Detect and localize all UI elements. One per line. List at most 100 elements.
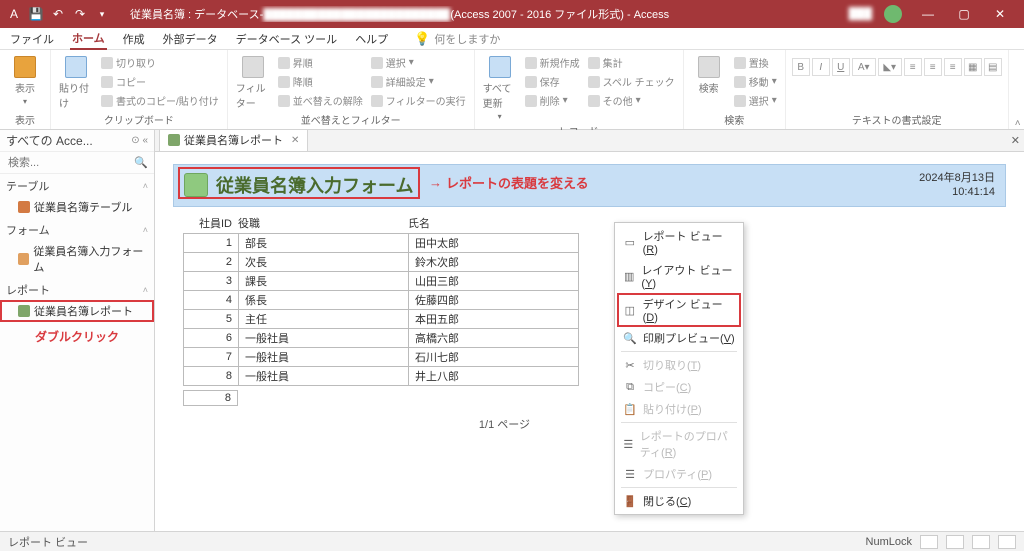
refresh-all-button[interactable]: すべて更新▾ xyxy=(481,54,519,123)
tell-me-search[interactable]: 💡何をしますか xyxy=(414,31,500,47)
view-design-icon[interactable] xyxy=(998,535,1016,549)
align-center-button[interactable]: ≡ xyxy=(924,58,942,76)
format-painter-button[interactable]: 書式のコピー/貼り付け xyxy=(99,92,221,109)
menu-create[interactable]: 作成 xyxy=(121,29,147,49)
props-icon: ☰ xyxy=(623,437,634,451)
clear-sort-button[interactable]: 並べ替えの解除 xyxy=(276,92,365,109)
menu-file[interactable]: ファイル xyxy=(8,29,56,49)
copy-button[interactable]: コピー xyxy=(99,73,221,90)
underline-button[interactable]: U xyxy=(832,58,850,76)
ctx-design-view[interactable]: ◫デザイン ビュー(D) xyxy=(617,293,741,327)
filter-button[interactable]: フィルター xyxy=(234,54,272,112)
close-pane-icon[interactable]: ✕ xyxy=(1011,134,1020,147)
nav-group-reports[interactable]: レポート˄ xyxy=(0,278,154,300)
sort-asc-icon xyxy=(278,57,290,69)
close-tab-icon[interactable]: ✕ xyxy=(291,135,299,146)
nav-search[interactable]: 🔍 xyxy=(0,152,154,174)
spelling-button[interactable]: スペル チェック xyxy=(586,73,677,90)
undo-icon[interactable]: ↶ xyxy=(50,6,66,22)
annotation-change-title: →レポートの表題を変える xyxy=(429,173,589,192)
nav-item-table[interactable]: 従業員名簿テーブル xyxy=(0,196,154,218)
status-numlock: NumLock xyxy=(866,536,912,548)
nav-title-bar[interactable]: すべての Acce... ⊙ « xyxy=(0,130,154,152)
user-avatar-icon[interactable] xyxy=(884,5,902,23)
paste-button[interactable]: 貼り付け xyxy=(57,54,95,112)
report-body: 従業員名簿入力フォーム →レポートの表題を変える 2024年8月13日10:41… xyxy=(155,152,1024,444)
ribbon: 表示▾ 表示 貼り付け 切り取り コピー 書式のコピー/貼り付け クリップボード… xyxy=(0,50,1024,130)
search-icon: 🔍 xyxy=(134,156,148,169)
brush-icon xyxy=(101,95,113,107)
delete-record-button[interactable]: 削除 ▾ xyxy=(523,92,582,109)
qat-customize-icon[interactable]: ▾ xyxy=(94,6,110,22)
gridlines-button[interactable]: ▦ xyxy=(964,58,982,76)
report-header: 従業員名簿入力フォーム →レポートの表題を変える 2024年8月13日10:41… xyxy=(173,164,1006,207)
font-color-button[interactable]: A▾ xyxy=(852,58,876,76)
bold-button[interactable]: B xyxy=(792,58,810,76)
menu-external-data[interactable]: 外部データ xyxy=(161,29,220,49)
context-menu: ▭レポート ビュー(R) ▥レイアウト ビュー(Y) ◫デザイン ビュー(D) … xyxy=(614,222,744,515)
quick-access-toolbar: A 💾 ↶ ↷ ▾ xyxy=(6,6,110,22)
find-button[interactable]: 検索 xyxy=(690,54,728,97)
view-layout-icon[interactable] xyxy=(972,535,990,549)
paste-icon: 📋 xyxy=(623,402,637,416)
nav-item-report[interactable]: 従業員名簿レポート xyxy=(0,300,154,322)
nav-item-form[interactable]: 従業員名簿入力フォーム xyxy=(0,240,154,278)
more-button[interactable]: その他 ▾ xyxy=(586,92,677,109)
window-buttons: — ▢ ✕ xyxy=(910,0,1018,28)
document-tab[interactable]: 従業員名簿レポート ✕ xyxy=(159,130,308,151)
col-header-role: 役職 xyxy=(238,215,408,231)
user-name-blur: ███ xyxy=(845,8,876,20)
menu-home[interactable]: ホーム xyxy=(70,28,107,50)
italic-button[interactable]: I xyxy=(812,58,830,76)
minimize-button[interactable]: — xyxy=(910,0,946,28)
maximize-button[interactable]: ▢ xyxy=(946,0,982,28)
advanced-button[interactable]: 詳細設定 ▾ xyxy=(369,73,468,90)
ctx-layout-view[interactable]: ▥レイアウト ビュー(Y) xyxy=(617,259,741,293)
close-button[interactable]: ✕ xyxy=(982,0,1018,28)
redo-icon[interactable]: ↷ xyxy=(72,6,88,22)
replace-button[interactable]: 置換 xyxy=(732,54,779,71)
goto-button[interactable]: 移動 ▾ xyxy=(732,73,779,90)
select-button[interactable]: 選択 ▾ xyxy=(732,92,779,109)
menu-help[interactable]: ヘルプ xyxy=(353,29,390,49)
refresh-icon xyxy=(489,56,511,78)
align-right-button[interactable]: ≡ xyxy=(944,58,962,76)
menu-db-tools[interactable]: データベース ツール xyxy=(234,29,340,49)
chevron-up-icon: ˄ xyxy=(143,181,148,191)
sort-desc-button[interactable]: 降順 xyxy=(276,73,365,90)
totals-button[interactable]: 集計 xyxy=(586,54,677,71)
selection-button[interactable]: 選択 ▾ xyxy=(369,54,468,71)
view-report-icon[interactable] xyxy=(920,535,938,549)
toggle-filter-button[interactable]: フィルターの実行 xyxy=(369,92,468,109)
alt-row-color-button[interactable]: ▤ xyxy=(984,58,1002,76)
report-date-time: 2024年8月13日10:41:14 xyxy=(919,171,995,200)
ctx-report-view[interactable]: ▭レポート ビュー(R) xyxy=(617,225,741,259)
ctx-close[interactable]: 🚪閉じる(C) xyxy=(617,490,741,512)
new-record-button[interactable]: 新規作成 xyxy=(523,54,582,71)
sort-asc-button[interactable]: 昇順 xyxy=(276,54,365,71)
ctx-print-preview[interactable]: 🔍印刷プレビュー(V) xyxy=(617,327,741,349)
nav-group-tables[interactable]: テーブル˄ xyxy=(0,174,154,196)
table-row: 5主任本田五郎 xyxy=(184,309,579,328)
new-icon xyxy=(525,57,537,69)
save-record-button[interactable]: 保存 xyxy=(523,73,582,90)
ribbon-collapse[interactable]: ˄ xyxy=(1009,50,1024,129)
chevron-up-icon: ˄ xyxy=(143,225,148,235)
cut-button[interactable]: 切り取り xyxy=(99,54,221,71)
nav-group-forms[interactable]: フォーム˄ xyxy=(0,218,154,240)
fill-color-button[interactable]: ◣▾ xyxy=(878,58,902,76)
report-view-icon: ▭ xyxy=(623,235,637,249)
props-icon: ☰ xyxy=(623,467,637,481)
delete-icon xyxy=(525,95,537,107)
view-button[interactable]: 表示▾ xyxy=(6,54,44,108)
replace-icon xyxy=(734,57,746,69)
col-header-id: 社員ID xyxy=(183,215,238,231)
table-row: 6一般社員高橋六郎 xyxy=(184,328,579,347)
nav-search-input[interactable] xyxy=(6,156,134,170)
nav-collapse-icon[interactable]: ⊙ « xyxy=(131,135,148,146)
save-icon[interactable]: 💾 xyxy=(28,6,44,22)
align-left-button[interactable]: ≡ xyxy=(904,58,922,76)
report-icon xyxy=(168,134,180,146)
window-title: 従業員名簿 : データベース-████████████████████████(… xyxy=(110,6,845,22)
view-print-icon[interactable] xyxy=(946,535,964,549)
